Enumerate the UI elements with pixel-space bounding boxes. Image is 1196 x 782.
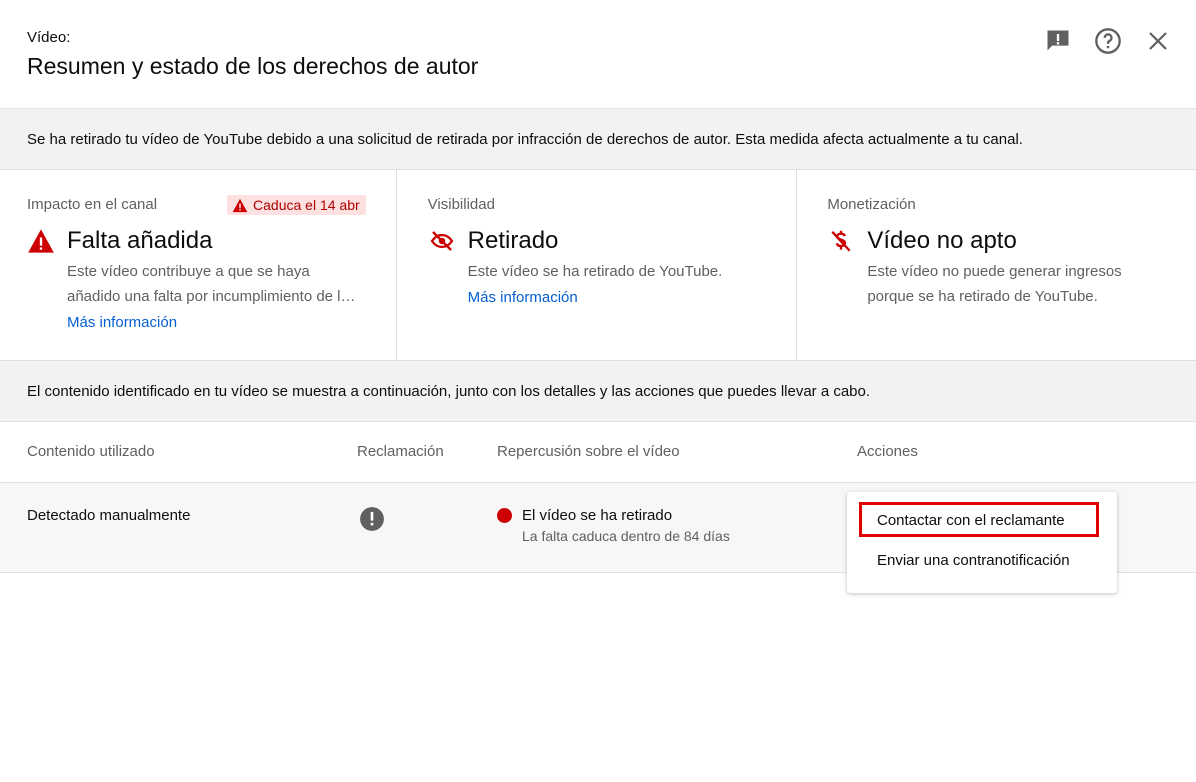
card-label-visibility: Visibilidad xyxy=(427,196,495,213)
impact-description: Este vídeo contribuye a que se haya añad… xyxy=(67,259,363,309)
video-impact: El vídeo se ha retirado La falta caduca … xyxy=(497,507,730,544)
warning-icon xyxy=(28,229,54,253)
removal-banner: Se ha retirado tu vídeo de YouTube debid… xyxy=(0,109,1196,170)
removal-banner-text: Se ha retirado tu vídeo de YouTube debid… xyxy=(27,130,1023,148)
removed-status-dot xyxy=(497,508,512,523)
status-cards: Impacto en el canal Caduca el 14 abr Fal… xyxy=(0,170,1196,361)
card-visibility: Visibilidad Retirado Este vídeo se ha re… xyxy=(395,170,797,360)
content-info-banner: El contenido identificado en tu vídeo se… xyxy=(0,361,1196,422)
impact-more-info-link[interactable]: Más información xyxy=(67,314,369,331)
dialog-title: Resumen y estado de los derechos de auto… xyxy=(27,53,479,79)
impact-desc-line2: añadido una falta por incumplimiento de … xyxy=(67,288,363,305)
content-source: Detectado manualmente xyxy=(27,507,191,524)
monetization-description: Este vídeo no puede generar ingresos por… xyxy=(867,259,1163,309)
visibility-more-info-link[interactable]: Más información xyxy=(468,289,770,306)
visibility-status: Retirado xyxy=(428,226,770,256)
content-info-text: El contenido identificado en tu vídeo se… xyxy=(27,382,871,400)
monetization-status-text: Vídeo no apto xyxy=(867,227,1017,254)
card-monetization: Monetización Vídeo no apto Este vídeo no… xyxy=(796,170,1196,360)
visibility-status-text: Retirado xyxy=(467,227,559,254)
expiry-badge: Caduca el 14 abr xyxy=(227,195,366,215)
video-impact-title: El vídeo se ha retirado xyxy=(522,507,673,524)
column-header-content: Contenido utilizado xyxy=(27,443,155,460)
column-header-impact: Repercusión sobre el vídeo xyxy=(497,443,680,460)
monetization-status: Vídeo no apto xyxy=(827,226,1169,256)
help-icon[interactable] xyxy=(1090,26,1126,56)
feedback-icon[interactable] xyxy=(1040,26,1076,56)
visibility-off-icon xyxy=(430,231,453,251)
video-impact-subtitle: La falta caduca dentro de 84 días xyxy=(522,528,730,544)
impact-desc-line1: Este vídeo contribuye a que se haya xyxy=(67,263,310,280)
column-header-claim: Reclamación xyxy=(357,443,444,460)
strike-status: Falta añadida xyxy=(27,226,369,256)
dialog-header: Vídeo: Resumen y estado de los derechos … xyxy=(0,0,1196,109)
counter-notification-menu-item[interactable]: Enviar una contranotificación xyxy=(877,552,1070,569)
card-label-monetization: Monetización xyxy=(827,196,916,213)
monetization-desc-line1: Este vídeo no puede generar ingresos xyxy=(867,263,1122,280)
monetization-desc-line2: porque se ha retirado de YouTube. xyxy=(867,288,1098,305)
actions-menu: Contactar con el reclamante Enviar una c… xyxy=(847,492,1117,593)
visibility-description: Este vídeo se ha retirado de YouTube. xyxy=(468,259,764,284)
card-channel-impact: Impacto en el canal Caduca el 14 abr Fal… xyxy=(0,170,396,360)
table-header: Contenido utilizado Reclamación Repercus… xyxy=(0,422,1196,483)
claim-info-icon[interactable] xyxy=(359,506,385,536)
money-off-icon xyxy=(831,230,851,252)
warning-icon xyxy=(232,198,248,212)
dialog-subtitle: Vídeo: xyxy=(27,29,71,46)
expiry-badge-text: Caduca el 14 abr xyxy=(253,197,360,213)
column-header-actions: Acciones xyxy=(857,443,918,460)
strike-status-text: Falta añadida xyxy=(67,227,213,254)
header-actions xyxy=(1040,26,1176,56)
contact-claimant-menu-item[interactable]: Contactar con el reclamante xyxy=(877,512,1065,529)
visibility-desc-text: Este vídeo se ha retirado de YouTube. xyxy=(467,263,723,280)
close-icon[interactable] xyxy=(1140,26,1176,56)
